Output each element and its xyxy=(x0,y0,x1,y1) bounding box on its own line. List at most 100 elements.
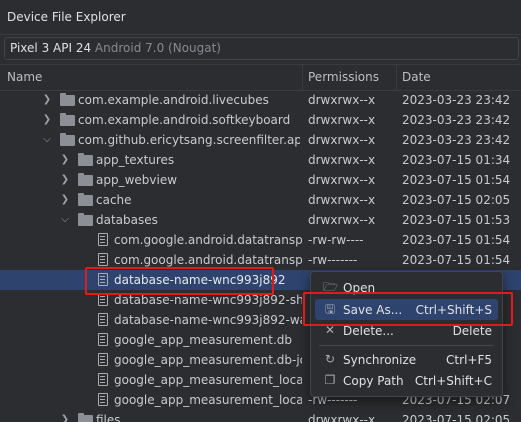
tool-window-header: Device File Explorer xyxy=(0,0,521,34)
chevron-right-icon[interactable]: ❯ xyxy=(60,414,70,422)
row-permissions: drwxrwx--x xyxy=(308,173,376,187)
row-permissions: drwxrwx--x xyxy=(308,113,376,127)
device-name: Pixel 3 API 24 Android 7.0 (Nougat) xyxy=(10,41,221,55)
folder-icon xyxy=(60,93,76,107)
column-divider[interactable] xyxy=(302,65,303,90)
menu-item-copy-path[interactable]: ❐ Copy Path Ctrl+Shift+C xyxy=(315,370,498,391)
row-name: google_app_measurement.db xyxy=(114,333,292,347)
device-os: Android 7.0 (Nougat) xyxy=(94,41,221,55)
folder-icon xyxy=(78,153,94,167)
column-header-name[interactable]: Name xyxy=(7,70,42,84)
tree-row[interactable]: com.google.android.datatransport.events-… xyxy=(0,250,521,270)
file-icon xyxy=(96,313,112,327)
row-name: google_app_measurement_local.db xyxy=(114,393,302,407)
row-permissions: drwxrwx--x xyxy=(308,213,376,227)
copy-icon: ❐ xyxy=(324,373,336,387)
device-select[interactable]: Pixel 3 API 24 Android 7.0 (Nougat) xyxy=(4,37,519,60)
tree-row[interactable]: ❯ files drwxrwx--x 2023-07-15 02:05 xyxy=(0,410,521,422)
file-icon xyxy=(96,233,112,247)
menu-separator xyxy=(319,345,494,346)
row-permissions: -rw------- xyxy=(308,253,358,267)
tree-row[interactable]: ❯ app_webview drwxrwx--x 2023-07-15 01:5… xyxy=(0,170,521,190)
folder-icon xyxy=(78,193,94,207)
chevron-down-icon[interactable]: ⌵ xyxy=(42,134,52,146)
row-name: google_app_measurement.db-journal xyxy=(114,353,302,367)
row-name: databases xyxy=(96,213,158,227)
row-name: database-name-wnc993j892 xyxy=(114,273,286,287)
row-name: com.example.android.livecubes xyxy=(78,93,269,107)
menu-item-save-as[interactable]: 🖫 Save As... Ctrl+Shift+S xyxy=(315,299,498,320)
row-permissions: drwxrwx--x xyxy=(308,193,376,207)
menu-item-shortcut: Ctrl+Shift+S xyxy=(415,303,492,317)
row-date: 2023-07-15 01:34 xyxy=(402,153,511,167)
tree-row[interactable]: com.google.android.datatransport.events … xyxy=(0,230,521,250)
row-date: 2023-07-15 01:53 xyxy=(402,213,511,227)
menu-item-label: Save As... xyxy=(343,303,403,317)
menu-item-label: Delete... xyxy=(343,324,394,338)
row-name: com.google.android.datatransport.events-… xyxy=(114,253,302,267)
folder-icon xyxy=(60,133,76,147)
folder-icon xyxy=(78,413,94,422)
row-date: 2023-03-23 23:42 xyxy=(402,133,511,147)
device-model: Pixel 3 API 24 xyxy=(10,41,92,55)
row-date: 2023-07-15 02:05 xyxy=(402,193,511,207)
folder-open-icon: 🗁 xyxy=(323,280,338,294)
menu-item-synchronize[interactable]: ↻ Synchronize Ctrl+F5 xyxy=(315,349,498,370)
row-name: app_textures xyxy=(96,153,175,167)
menu-item-label: Copy Path xyxy=(343,374,404,388)
menu-item-open[interactable]: 🗁 Open xyxy=(315,277,498,298)
row-date: 2023-07-15 02:05 xyxy=(402,413,511,422)
menu-item-shortcut: Delete xyxy=(452,324,492,338)
tree-row[interactable]: ⌵ com.github.ericytsang.screenfilter.app… xyxy=(0,130,521,150)
chevron-right-icon[interactable]: ❯ xyxy=(42,94,52,106)
row-permissions: -rw-rw---- xyxy=(308,233,364,247)
device-selector-row: Pixel 3 API 24 Android 7.0 (Nougat) xyxy=(0,34,521,61)
folder-icon xyxy=(60,113,76,127)
tree-row[interactable]: ❯ com.example.android.livecubes drwxrwx-… xyxy=(0,90,521,110)
row-name: cache xyxy=(96,193,132,207)
folder-icon xyxy=(78,213,94,227)
table-header: Name Permissions Date xyxy=(0,64,521,91)
file-icon xyxy=(96,293,112,307)
row-name: com.github.ericytsang.screenfilter.app.a… xyxy=(78,133,300,147)
file-icon xyxy=(96,333,112,347)
row-name: database-name-wnc993j892-shm xyxy=(114,293,302,307)
tree-row[interactable]: ❯ com.example.android.softkeyboard drwxr… xyxy=(0,110,521,130)
row-name: google_app_measurement_local.db xyxy=(114,373,302,387)
row-permissions: drwxrwx--x xyxy=(308,153,376,167)
menu-item-label: Synchronize xyxy=(343,353,417,367)
folder-icon xyxy=(78,173,94,187)
menu-item-delete[interactable]: ✕ Delete... Delete xyxy=(315,320,498,341)
row-name: app_webview xyxy=(96,173,178,187)
file-icon xyxy=(96,253,112,267)
row-date: 2023-03-23 23:42 xyxy=(402,93,511,107)
column-divider[interactable] xyxy=(396,65,397,90)
row-name: com.example.android.softkeyboard xyxy=(78,113,291,127)
chevron-right-icon[interactable]: ❯ xyxy=(42,114,52,126)
chevron-right-icon[interactable]: ❯ xyxy=(60,194,70,206)
chevron-right-icon[interactable]: ❯ xyxy=(60,174,70,186)
row-name: files xyxy=(96,413,121,422)
tree-row[interactable]: ❯ cache drwxrwx--x 2023-07-15 02:05 xyxy=(0,190,521,210)
file-icon xyxy=(96,353,112,367)
chevron-down-icon[interactable]: ⌵ xyxy=(60,214,70,226)
file-icon xyxy=(96,373,112,387)
row-permissions: drwxrwx--x xyxy=(308,93,376,107)
column-header-date[interactable]: Date xyxy=(402,70,431,84)
row-date: 2023-07-15 01:54 xyxy=(402,233,511,247)
chevron-right-icon[interactable]: ❯ xyxy=(60,154,70,166)
tree-row[interactable]: ❯ app_textures drwxrwx--x 2023-07-15 01:… xyxy=(0,150,521,170)
column-header-permissions[interactable]: Permissions xyxy=(308,70,379,84)
tool-window-title: Device File Explorer xyxy=(7,10,126,24)
save-icon: 🖫 xyxy=(324,302,336,316)
tree-row[interactable]: ⌵ databases drwxrwx--x 2023-07-15 01:53 xyxy=(0,210,521,230)
menu-item-shortcut: Ctrl+Shift+C xyxy=(414,374,492,388)
menu-item-shortcut: Ctrl+F5 xyxy=(446,353,492,367)
row-permissions: drwxrwx--x xyxy=(308,413,376,422)
row-name: com.google.android.datatransport.events xyxy=(114,233,302,247)
menu-item-label: Open xyxy=(343,281,376,295)
row-permissions: drwxrwx--x xyxy=(308,133,376,147)
row-name: database-name-wnc993j892-wal xyxy=(114,313,302,327)
row-date: 2023-07-15 01:54 xyxy=(402,173,511,187)
sync-icon: ↻ xyxy=(324,352,336,366)
